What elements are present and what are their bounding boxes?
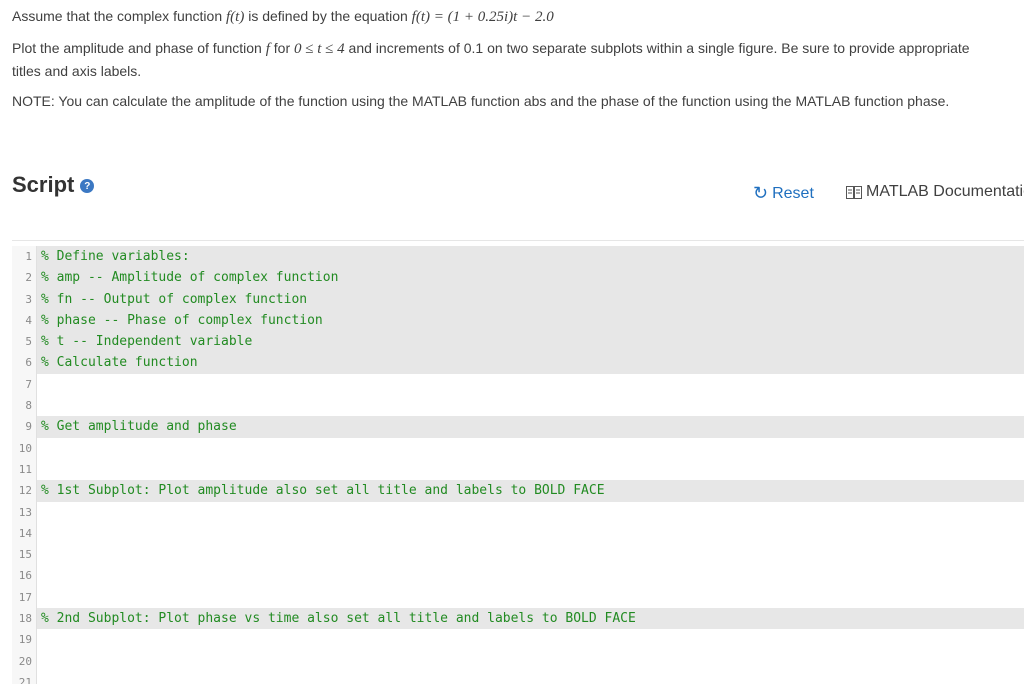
code-text[interactable] [37, 459, 1024, 480]
line-number: 10 [12, 437, 37, 459]
line-number: 6 [12, 352, 37, 374]
script-title: Script [12, 172, 75, 197]
code-text[interactable]: % amp -- Amplitude of complex function [37, 267, 1024, 289]
problem-note: NOTE: You can calculate the amplitude of… [12, 93, 950, 109]
code-line[interactable]: 19 [12, 629, 1024, 651]
code-text[interactable] [37, 438, 1024, 459]
code-line[interactable]: 13 [12, 501, 1024, 523]
problem-line-2-text: Plot the amplitude and phase of function [12, 40, 266, 56]
line-number: 2 [12, 267, 37, 289]
question-circle-icon[interactable]: ? [80, 179, 95, 193]
code-line[interactable]: 4% phase -- Phase of complex function [12, 309, 1024, 332]
code-line[interactable]: 20 [12, 650, 1024, 672]
function-equation: f(t) = (1 + 0.25i)t − 2.0 [411, 9, 554, 25]
code-editor[interactable]: 1% Define variables: 2% amp -- Amplitude … [12, 246, 1024, 684]
reset-button[interactable]: ↻ Reset [753, 183, 814, 204]
code-line[interactable]: 1% Define variables: [12, 246, 1024, 268]
code-text[interactable] [37, 651, 1024, 672]
problem-line-1: Assume that the complex function f(t) is… [12, 5, 554, 28]
matlab-documentation-link[interactable]: MATLAB Documentation [846, 183, 1024, 201]
line-number: 18 [12, 608, 37, 630]
code-text[interactable]: % fn -- Output of complex function [37, 288, 1024, 310]
code-text[interactable] [37, 502, 1024, 523]
code-line[interactable]: 9% Get amplitude and phase [12, 416, 1024, 438]
problem-line-1-mid: is defined by the equation [244, 8, 412, 24]
code-line[interactable]: 6% Calculate function [12, 352, 1024, 374]
code-text[interactable] [37, 587, 1024, 608]
code-text[interactable]: % Calculate function [37, 352, 1024, 374]
code-text[interactable]: % 2nd Subplot: Plot phase vs time also s… [37, 608, 1024, 630]
line-number: 5 [12, 331, 37, 353]
code-text[interactable] [37, 523, 1024, 544]
code-line[interactable]: 8 [12, 395, 1024, 417]
line-number: 4 [12, 309, 37, 332]
code-line[interactable]: 2% amp -- Amplitude of complex function [12, 267, 1024, 289]
code-line[interactable]: 14 [12, 522, 1024, 545]
code-text[interactable] [37, 374, 1024, 395]
code-text[interactable] [37, 629, 1024, 650]
code-line[interactable]: 17 [12, 586, 1024, 609]
line-number: 17 [12, 586, 37, 609]
code-line[interactable]: 11 [12, 458, 1024, 481]
section-divider [12, 240, 1024, 241]
line-number: 13 [12, 501, 37, 523]
problem-line-2-for: for [269, 40, 295, 56]
docs-label: MATLAB Documentation [866, 183, 1024, 200]
script-header: Script ? [12, 172, 95, 198]
code-line[interactable]: 16 [12, 565, 1024, 587]
line-number: 20 [12, 650, 37, 672]
problem-line-2: Plot the amplitude and phase of function… [12, 37, 1002, 82]
code-text[interactable]: % Define variables: [37, 246, 1024, 268]
line-number: 7 [12, 373, 37, 396]
code-line[interactable]: 10 [12, 437, 1024, 459]
line-number: 12 [12, 480, 37, 502]
line-number: 15 [12, 544, 37, 566]
code-text[interactable] [37, 672, 1024, 684]
code-text[interactable]: % 1st Subplot: Plot amplitude also set a… [37, 480, 1024, 502]
time-range: 0 ≤ t ≤ 4 [294, 41, 345, 57]
problem-line-1-prefix: Assume that the complex function [12, 8, 226, 24]
line-number: 16 [12, 565, 37, 587]
line-number: 3 [12, 288, 37, 310]
code-line[interactable]: 12% 1st Subplot: Plot amplitude also set… [12, 480, 1024, 502]
function-symbol: f(t) [226, 9, 245, 25]
reset-label: Reset [772, 184, 814, 202]
code-text[interactable] [37, 395, 1024, 416]
line-number: 8 [12, 395, 37, 417]
code-line[interactable]: 18% 2nd Subplot: Plot phase vs time also… [12, 608, 1024, 630]
code-line[interactable]: 3% fn -- Output of complex function [12, 288, 1024, 310]
book-icon [846, 186, 862, 199]
refresh-icon: ↻ [753, 183, 769, 203]
code-line[interactable]: 21 [12, 671, 1024, 684]
code-text[interactable] [37, 544, 1024, 565]
code-line[interactable]: 7 [12, 373, 1024, 396]
code-line[interactable]: 15 [12, 544, 1024, 566]
code-text[interactable]: % t -- Independent variable [37, 331, 1024, 353]
code-text[interactable] [37, 565, 1024, 586]
line-number: 14 [12, 522, 37, 545]
line-number: 9 [12, 416, 37, 438]
code-text[interactable]: % Get amplitude and phase [37, 416, 1024, 438]
code-line[interactable]: 5% t -- Independent variable [12, 331, 1024, 353]
code-text[interactable]: % phase -- Phase of complex function [37, 309, 1024, 332]
line-number: 21 [12, 671, 37, 684]
line-number: 1 [12, 246, 37, 268]
line-number: 11 [12, 458, 37, 481]
line-number: 19 [12, 629, 37, 651]
